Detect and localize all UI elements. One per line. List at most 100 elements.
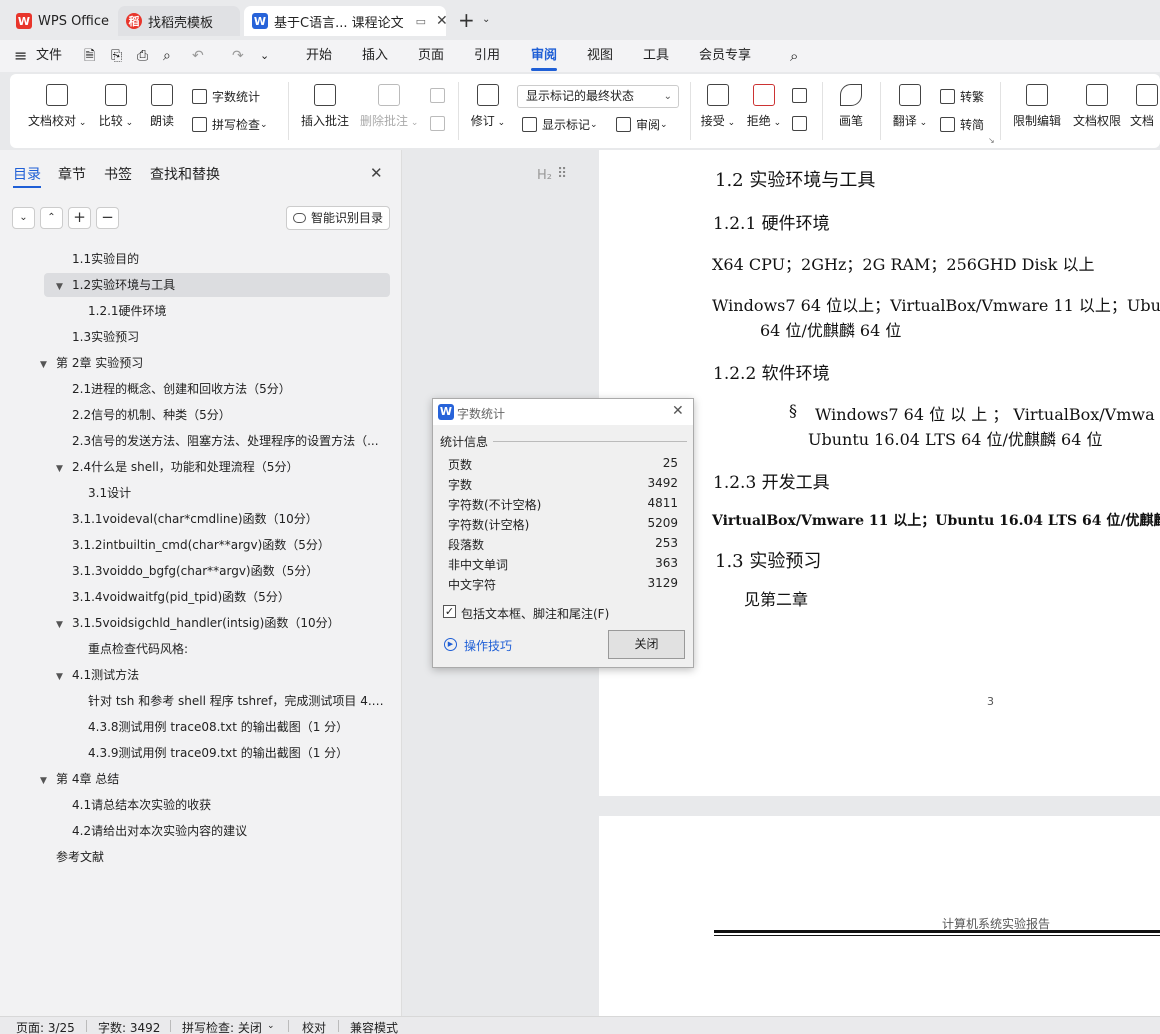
toc-item[interactable]: 4.3.9测试用例 trace09.txt 的输出截图（1 分）	[72, 741, 390, 765]
status-proofread[interactable]: 校对	[302, 1019, 326, 1034]
menu-insert[interactable]: 插入	[362, 40, 388, 72]
dialog-close-button[interactable]: 关闭	[608, 630, 685, 659]
dialog-titlebar[interactable]: W 字数统计 ✕	[433, 399, 693, 425]
menu-reference[interactable]: 引用	[474, 40, 500, 72]
expand-arrow-icon[interactable]: ▼	[56, 457, 72, 479]
word-count-button[interactable]: 字数统计	[192, 88, 260, 105]
heading-1-2-1[interactable]: 1.2.1 硬件环境	[713, 209, 830, 234]
chevron-down-icon[interactable]: ⌄	[482, 14, 490, 25]
tab-docer[interactable]: 稻 找稻壳模板	[118, 6, 240, 36]
smart-toc-button[interactable]: 智能识别目录	[286, 206, 390, 230]
restore-icon[interactable]: ▭	[416, 15, 426, 28]
dialog-close-icon[interactable]: ✕	[672, 403, 684, 419]
show-markup-button[interactable]: 显示标记 ⌄	[522, 116, 598, 133]
toc-item[interactable]: 2.1进程的概念、创建和回收方法（5分）	[56, 377, 390, 401]
toc-item[interactable]: ▼ 2.4什么是 shell，功能和处理流程（5分）	[56, 455, 390, 479]
remove-heading-button[interactable]: −	[96, 207, 119, 229]
insert-comment-button[interactable]: 插入批注	[300, 84, 350, 129]
to-simplified-button[interactable]: 转简	[940, 116, 984, 133]
review-pane-button[interactable]: 审阅 ⌄	[616, 116, 668, 133]
print-icon[interactable]: ⎙	[137, 40, 148, 72]
status-word-count[interactable]: 字数: 3492	[98, 1019, 160, 1034]
heading-1-2-3[interactable]: 1.2.3 开发工具	[713, 468, 830, 493]
toc-item[interactable]: ▼ 1.2实验环境与工具	[44, 273, 390, 297]
toc-item[interactable]: 1.1实验目的	[56, 247, 390, 271]
panel-tab-toc[interactable]: 目录	[13, 164, 41, 184]
spell-check-button[interactable]: 拼写检查 ⌄	[192, 116, 268, 133]
toc-item[interactable]: ▼ 4.1测试方法	[56, 663, 390, 687]
drag-handle-icon[interactable]: ⠿	[557, 166, 567, 182]
doc-permission-button[interactable]: 文档权限	[1072, 84, 1122, 129]
toc-item[interactable]: 3.1.1voideval(char*cmdline)函数（10分）	[56, 507, 390, 531]
include-footnotes-label[interactable]: 包括文本框、脚注和尾注(F)	[461, 605, 609, 622]
markup-state-select[interactable]: 显示标记的最终状态 ⌄	[517, 85, 679, 108]
expand-arrow-icon[interactable]: ▼	[40, 769, 56, 791]
panel-tab-find-replace[interactable]: 查找和替换	[150, 164, 220, 184]
toc-item[interactable]: 4.3.8测试用例 trace08.txt 的输出截图（1 分）	[72, 715, 390, 739]
print-preview-icon[interactable]: ⌕	[163, 40, 171, 72]
toc-item[interactable]: ▼ 3.1.5voidsigchld_handler(intsig)函数（10分）	[56, 611, 390, 635]
share-icon[interactable]: ⎘	[111, 40, 122, 72]
compare-button[interactable]: 比较 ⌄	[96, 84, 136, 129]
pen-button[interactable]: 画笔	[836, 84, 866, 129]
delete-comment-button[interactable]: 删除批注 ⌄	[360, 84, 418, 129]
search-icon[interactable]: ⌕	[790, 40, 798, 72]
bullet-line-2[interactable]: Ubuntu 16.04 LTS 64 位/优麒麟 64 位	[808, 426, 1102, 450]
toc-item[interactable]: ▼ 第 2章 实验预习	[40, 351, 390, 375]
toc-item[interactable]: 2.3信号的发送方法、阻塞方法、处理程序的设置方法（...	[56, 429, 390, 453]
menu-home[interactable]: 开始	[306, 40, 332, 72]
toc-item[interactable]: 2.2信号的机制、种类（5分）	[56, 403, 390, 427]
toc-item[interactable]: 参考文献	[40, 845, 390, 869]
to-traditional-button[interactable]: 转繁	[940, 88, 984, 105]
next-comment-button[interactable]	[430, 116, 450, 131]
toc-item[interactable]: 4.2请给出对本次实验内容的建议	[56, 819, 390, 843]
read-aloud-button[interactable]: 朗读	[148, 84, 176, 129]
prev-change-button[interactable]	[792, 88, 812, 103]
heading-1-2-2[interactable]: 1.2.2 软件环境	[713, 359, 830, 384]
revise-button[interactable]: 修订 ⌄	[468, 84, 508, 129]
panel-tab-bookmark[interactable]: 书签	[104, 164, 132, 184]
toc-item[interactable]: 4.1请总结本次实验的收获	[56, 793, 390, 817]
expand-arrow-icon[interactable]: ▼	[56, 665, 72, 687]
dev-tools-line[interactable]: VirtualBox/Vmware 11 以上；Ubuntu 16.04 LTS…	[712, 510, 1160, 530]
status-spell-check[interactable]: 拼写检查: 关闭	[182, 1019, 262, 1034]
expand-corner-icon[interactable]: ↘	[988, 136, 995, 145]
tab-document[interactable]: W 基于C语言... 课程论文 ▭ ✕	[244, 6, 448, 36]
accept-button[interactable]: 接受 ⌄	[698, 84, 738, 129]
translate-button[interactable]: 翻译 ⌄	[890, 84, 930, 129]
toc-item[interactable]: 重点检查代码风格:	[72, 637, 390, 661]
redo-icon[interactable]: ↷	[232, 40, 244, 72]
close-tab-icon[interactable]: ✕	[436, 13, 448, 29]
restrict-edit-button[interactable]: 限制编辑	[1012, 84, 1062, 129]
expand-arrow-icon[interactable]: ▼	[40, 353, 56, 375]
heading-1-3[interactable]: 1.3 实验预习	[715, 547, 821, 573]
expand-arrow-icon[interactable]: ▼	[56, 275, 72, 297]
toc-item[interactable]: 3.1设计	[72, 481, 390, 505]
next-change-button[interactable]	[792, 116, 812, 131]
toc-item[interactable]: 3.1.4voidwaitfg(pid_tpid)函数（5分）	[56, 585, 390, 609]
software-line-2[interactable]: 64 位/优麒麟 64 位	[760, 317, 901, 341]
hardware-line[interactable]: X64 CPU；2GHz；2G RAM；256GHD Disk 以上	[712, 251, 1095, 275]
new-tab-icon[interactable]: +	[458, 8, 475, 32]
doc-check-button[interactable]: 文档校对 ⌄	[28, 84, 86, 129]
prev-comment-button[interactable]	[430, 88, 450, 103]
tips-link[interactable]: 操作技巧	[464, 637, 512, 654]
expand-arrow-icon[interactable]: ▼	[56, 613, 72, 635]
see-chapter-two[interactable]: 见第二章	[744, 586, 808, 610]
menu-file[interactable]: 文件	[36, 40, 62, 72]
menu-view[interactable]: 视图	[587, 40, 613, 72]
chevron-down-icon[interactable]: ⌄	[260, 40, 269, 72]
status-page[interactable]: 页面: 3/25	[16, 1019, 75, 1034]
add-heading-button[interactable]: +	[68, 207, 91, 229]
panel-tab-chapter[interactable]: 章节	[58, 164, 86, 184]
tab-wps-office[interactable]: W WPS Office	[8, 6, 114, 36]
undo-icon[interactable]: ↶	[192, 40, 204, 72]
doc-more-button[interactable]: 文档	[1130, 84, 1160, 129]
software-line-1[interactable]: Windows7 64 位以上；VirtualBox/Vmware 11 以上；…	[712, 292, 1160, 316]
menu-tools[interactable]: 工具	[643, 40, 669, 72]
toc-item[interactable]: 针对 tsh 和参考 shell 程序 tshref，完成测试项目 4.1 ..…	[72, 689, 390, 713]
close-panel-icon[interactable]: ✕	[370, 164, 383, 182]
save-icon[interactable]: 🗎	[84, 40, 95, 72]
hamburger-icon[interactable]: ≡	[14, 40, 27, 72]
toc-item[interactable]: 3.1.2intbuiltin_cmd(char**argv)函数（5分）	[56, 533, 390, 557]
